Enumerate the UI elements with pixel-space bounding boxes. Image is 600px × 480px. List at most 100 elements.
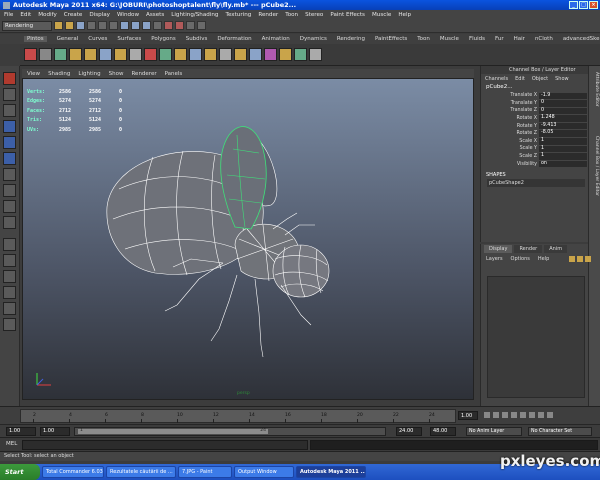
step-back-frame-icon[interactable] [502, 412, 508, 418]
cb-menu-channels[interactable]: Channels [485, 76, 508, 82]
panel-menu-lighting[interactable]: Lighting [78, 71, 100, 77]
shelf-tool-icon[interactable] [69, 48, 82, 61]
attr-row[interactable]: Translate Z0 [487, 107, 587, 115]
shelf-tab-hair[interactable]: Hair [514, 36, 525, 42]
shelf-tab-subdivs[interactable]: Subdivs [186, 36, 208, 42]
shelf-tool-icon[interactable] [234, 48, 247, 61]
attr-row[interactable]: Translate Y0 [487, 100, 587, 108]
current-frame-field[interactable]: 1.00 [458, 411, 478, 420]
menu-stereo[interactable]: Stereo [305, 12, 323, 18]
shelf-tool-icon[interactable] [129, 48, 142, 61]
ipr-render-icon[interactable] [175, 21, 184, 30]
anim-layer-dropdown[interactable]: No Anim Layer [466, 427, 522, 436]
new-layer-from-selection-icon[interactable] [577, 255, 584, 262]
shelf-tool-icon[interactable] [84, 48, 97, 61]
attr-row[interactable]: Scale Y1 [487, 145, 587, 153]
menu-file[interactable]: File [4, 12, 13, 18]
shelf-tool-icon[interactable] [189, 48, 202, 61]
shelf-tool-icon[interactable] [114, 48, 127, 61]
tab-render-layers[interactable]: Render [514, 245, 543, 253]
menu-display[interactable]: Display [89, 12, 110, 18]
step-forward-key-icon[interactable] [538, 412, 544, 418]
menu-texturing[interactable]: Texturing [226, 12, 252, 18]
fly-wireframe-model[interactable] [23, 79, 474, 400]
taskbar-item-maya[interactable]: Autodesk Maya 2011 ... [296, 466, 366, 478]
character-set-dropdown[interactable]: No Character Set [528, 427, 592, 436]
close-icon[interactable]: × [589, 1, 598, 9]
layout-two-icon[interactable] [3, 270, 16, 283]
layer-options-icon[interactable] [585, 255, 592, 262]
panel-menu-shading[interactable]: Shading [48, 71, 70, 77]
shelf-tab-pintos[interactable]: Pintos [24, 36, 47, 42]
menu-lighting-shading[interactable]: Lighting/Shading [171, 12, 218, 18]
tab-attribute-editor[interactable]: Attribute Editor [591, 72, 599, 107]
command-input[interactable] [22, 440, 308, 450]
lasso-tool-icon[interactable] [3, 88, 16, 101]
go-to-start-icon[interactable] [484, 412, 490, 418]
layout-graph-icon[interactable] [3, 302, 16, 315]
animation-end-field[interactable]: 48.00 [430, 427, 456, 436]
snap-grid-icon[interactable] [120, 21, 129, 30]
shape-node-item[interactable]: pCubeShape2 [487, 178, 585, 187]
render-settings-icon[interactable] [186, 21, 195, 30]
render-frame-icon[interactable] [164, 21, 173, 30]
play-forwards-icon[interactable] [520, 412, 526, 418]
attr-row[interactable]: Translate X -1.9 [487, 92, 587, 100]
range-thumb[interactable]: 1 24 [78, 428, 268, 434]
playback-end-field[interactable]: 24.00 [396, 427, 422, 436]
cb-menu-object[interactable]: Object [532, 76, 548, 82]
cb-menu-show[interactable]: Show [555, 76, 569, 82]
paint-select-tool-icon[interactable] [3, 104, 16, 117]
le-menu-layers[interactable]: Layers [486, 256, 503, 262]
shelf-tool-icon[interactable] [294, 48, 307, 61]
menu-paint-effects[interactable]: Paint Effects [330, 12, 365, 18]
select-component-icon[interactable] [109, 21, 118, 30]
save-scene-icon[interactable] [76, 21, 85, 30]
shelf-tab-fluids[interactable]: Fluids [469, 36, 485, 42]
command-language-toggle[interactable]: MEL [6, 441, 17, 447]
panel-menu-panels[interactable]: Panels [165, 71, 183, 77]
attr-row[interactable]: Scale Z1 [487, 153, 587, 161]
minimize-icon[interactable]: _ [569, 1, 578, 9]
taskbar-item-paint[interactable]: 7.JPG - Paint [178, 466, 232, 478]
taskbar-item-browser[interactable]: Rezultatele căutării de ... [106, 466, 176, 478]
shelf-tab-painteffects[interactable]: PaintEffects [375, 36, 407, 42]
animation-start-field[interactable]: 1.00 [6, 427, 36, 436]
taskbar-item-output-window[interactable]: Output Window [234, 466, 294, 478]
perspective-viewport[interactable]: Verts: 2586 2586 0 Edges: 5274 5274 0 Faces: 27… [22, 78, 474, 400]
move-tool-icon[interactable] [3, 120, 16, 133]
new-layer-icon[interactable] [569, 255, 576, 262]
show-manipulator-icon[interactable] [3, 200, 16, 213]
attr-row[interactable]: Visibility on [487, 160, 587, 168]
step-forward-frame-icon[interactable] [529, 412, 535, 418]
tab-display-layers[interactable]: Display [484, 245, 513, 253]
tab-anim-layers[interactable]: Anim [544, 245, 568, 253]
menu-render[interactable]: Render [258, 12, 278, 18]
shelf-tab-polygons[interactable]: Polygons [151, 36, 175, 42]
menu-assets[interactable]: Assets [146, 12, 164, 18]
soft-mod-tool-icon[interactable] [3, 184, 16, 197]
panel-menu-view[interactable]: View [27, 71, 40, 77]
step-back-key-icon[interactable] [493, 412, 499, 418]
snap-curve-icon[interactable] [131, 21, 140, 30]
attr-row[interactable]: Rotate X 1.248 [487, 115, 587, 123]
shelf-tab-toon[interactable]: Toon [417, 36, 430, 42]
shelf-tab-dynamics[interactable]: Dynamics [300, 36, 327, 42]
le-menu-options[interactable]: Options [511, 256, 530, 262]
layout-hypershade-icon[interactable] [3, 318, 16, 331]
range-bar[interactable]: 1 24 [74, 427, 386, 436]
shelf-tool-icon[interactable] [249, 48, 262, 61]
shelf-tool-icon[interactable] [39, 48, 52, 61]
select-hierarchy-icon[interactable] [87, 21, 96, 30]
attr-row[interactable]: Rotate Y -9.413 [487, 122, 587, 130]
manipulator-tool-icon[interactable] [3, 168, 16, 181]
shelf-tool-icon[interactable] [24, 48, 37, 61]
shelf-tab-rendering[interactable]: Rendering [337, 36, 365, 42]
snap-point-icon[interactable] [142, 21, 151, 30]
rotate-tool-icon[interactable] [3, 136, 16, 149]
menu-window[interactable]: Window [117, 12, 139, 18]
time-ruler[interactable]: 2 4 6 8 10 12 14 16 18 20 22 24 [20, 409, 456, 423]
le-menu-help[interactable]: Help [538, 256, 549, 262]
tab-channel-box[interactable]: Channel Box / Layer Editor [591, 136, 599, 196]
shelf-tool-icon[interactable] [264, 48, 277, 61]
